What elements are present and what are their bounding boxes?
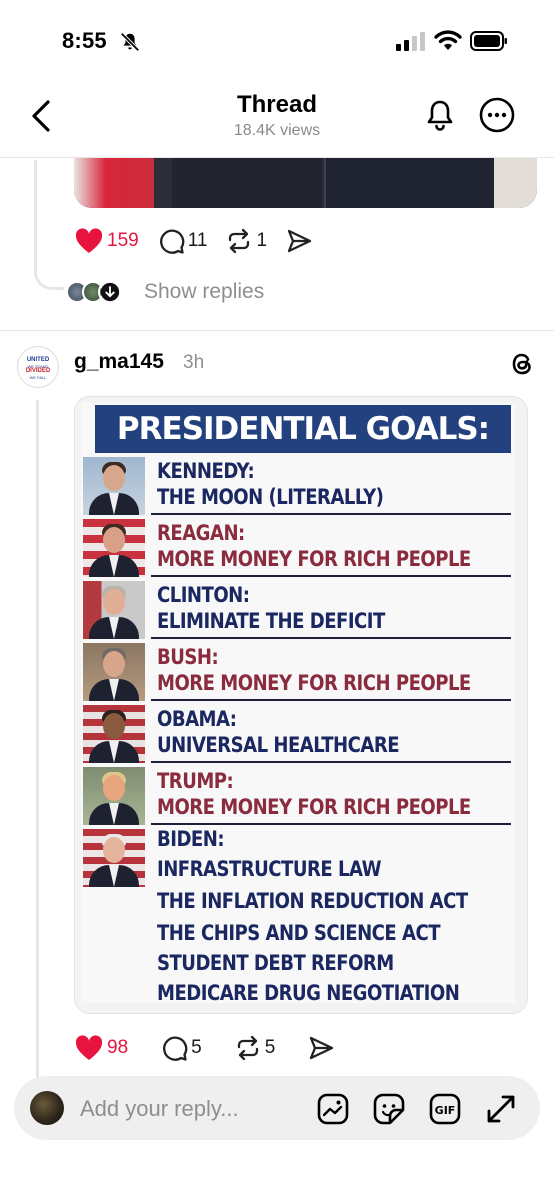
meme-president-name: BUSH:: [157, 645, 219, 669]
comment-count: 11: [187, 230, 208, 251]
image-icon[interactable]: [316, 1092, 350, 1126]
avatar[interactable]: UNITED WE STAND DIVIDED WE FALL: [17, 346, 59, 388]
meme-president-name: CLINTON:: [157, 583, 250, 607]
meme-goal: MORE MONEY FOR RICH PEOPLE: [157, 795, 471, 819]
meme-goal: UNIVERSAL HEALTHCARE: [157, 733, 400, 757]
heart-filled-icon: [75, 1035, 103, 1060]
meme-goal: ELIMINATE THE DEFICIT: [157, 609, 385, 633]
more-options-button[interactable]: [478, 96, 516, 134]
expand-icon[interactable]: [484, 1092, 518, 1126]
repost-button[interactable]: 5: [234, 1034, 276, 1062]
home-indicator-area: [0, 1150, 554, 1200]
heart-filled-icon: [75, 228, 103, 253]
meme-president-name: BIDEN:: [157, 827, 225, 851]
battery-icon: [470, 31, 507, 51]
like-button[interactable]: 159: [74, 227, 139, 255]
meme-president-name: KENNEDY:: [157, 459, 255, 483]
divider: [0, 330, 554, 331]
thread-header: Thread 18.4K views: [0, 84, 554, 158]
meme-goal: INFRASTRUCTURE LAW: [157, 857, 382, 881]
portrait-reagan: [83, 519, 145, 577]
status-bar: 8:55: [0, 0, 554, 84]
meme-graphic: PRESIDENTIAL GOALS: KENNEDY: THE MOON (L…: [81, 403, 515, 1005]
meme-president-name: REAGAN:: [157, 521, 245, 545]
portrait-trump: [83, 767, 145, 825]
show-replies-label: Show replies: [144, 280, 265, 303]
meme-title: PRESIDENTIAL GOALS:: [95, 405, 511, 453]
wifi-icon: [434, 30, 462, 50]
repost-count: 5: [264, 1037, 276, 1058]
portrait-biden: [83, 829, 145, 887]
share-button[interactable]: [285, 227, 313, 255]
portrait-clinton: [83, 581, 145, 639]
share-button[interactable]: [307, 1034, 335, 1062]
like-count: 159: [107, 230, 139, 251]
comment-icon: [163, 1036, 188, 1061]
portrait-obama: [83, 705, 145, 763]
meme-goal: MORE MONEY FOR RICH PEOPLE: [157, 671, 471, 695]
threads-logo-icon: [512, 353, 531, 375]
portrait-kennedy: [83, 457, 145, 515]
comment-button[interactable]: 11: [157, 227, 208, 255]
post-image[interactable]: PRESIDENTIAL GOALS: KENNEDY: THE MOON (L…: [74, 396, 528, 1014]
comment-icon: [159, 229, 184, 254]
username[interactable]: g_ma145: [74, 350, 164, 374]
like-count: 98: [107, 1037, 129, 1058]
view-count: 18.4K views: [233, 122, 321, 139]
previous-post-actions: 159 11 1: [74, 224, 331, 258]
bell-off-icon: [120, 32, 140, 52]
show-replies-button[interactable]: Show replies: [66, 277, 264, 307]
meme-president-name: OBAMA:: [157, 707, 237, 731]
thread-reply-curve: [34, 250, 64, 290]
previous-post-image[interactable]: [74, 158, 537, 208]
post-actions: 98 5 5: [74, 1031, 353, 1065]
repost-button[interactable]: 1: [225, 227, 267, 255]
share-send-icon: [287, 229, 312, 253]
repost-icon: [237, 1035, 258, 1061]
gif-icon[interactable]: GIF: [428, 1092, 462, 1126]
share-send-icon: [310, 1036, 334, 1060]
sticker-icon[interactable]: [372, 1092, 406, 1126]
meme-goal: STUDENT DEBT REFORM: [157, 951, 394, 975]
gif-label: GIF: [435, 1104, 456, 1117]
meme-goal: MEDICARE DRUG NEGOTIATION: [157, 981, 460, 1005]
repost-icon: [229, 228, 250, 254]
notification-bell-button[interactable]: [422, 97, 458, 133]
meme-president-name: TRUMP:: [157, 769, 234, 793]
reply-input[interactable]: Add your reply...: [80, 1096, 239, 1122]
avatar: [30, 1091, 64, 1125]
comment-count: 5: [191, 1037, 202, 1058]
repost-count: 1: [256, 230, 268, 251]
reply-composer[interactable]: Add your reply... GIF: [14, 1076, 540, 1140]
cellular-signal-icon: [396, 32, 425, 51]
like-button[interactable]: 98: [74, 1034, 128, 1062]
meme-goal: MORE MONEY FOR RICH PEOPLE: [157, 547, 471, 571]
arrow-down-circle-icon: [98, 280, 122, 304]
meme-goal: THE CHIPS AND SCIENCE ACT: [157, 921, 441, 945]
comment-button[interactable]: 5: [160, 1034, 202, 1062]
post-timestamp: 3h: [183, 352, 205, 373]
page-title: Thread: [236, 91, 317, 118]
portrait-bush: [83, 643, 145, 701]
status-time: 8:55: [62, 28, 107, 53]
meme-goal: THE INFLATION REDUCTION ACT: [157, 889, 468, 913]
meme-goal: THE MOON (LITERALLY): [157, 485, 384, 509]
thread-line: [36, 400, 39, 1080]
